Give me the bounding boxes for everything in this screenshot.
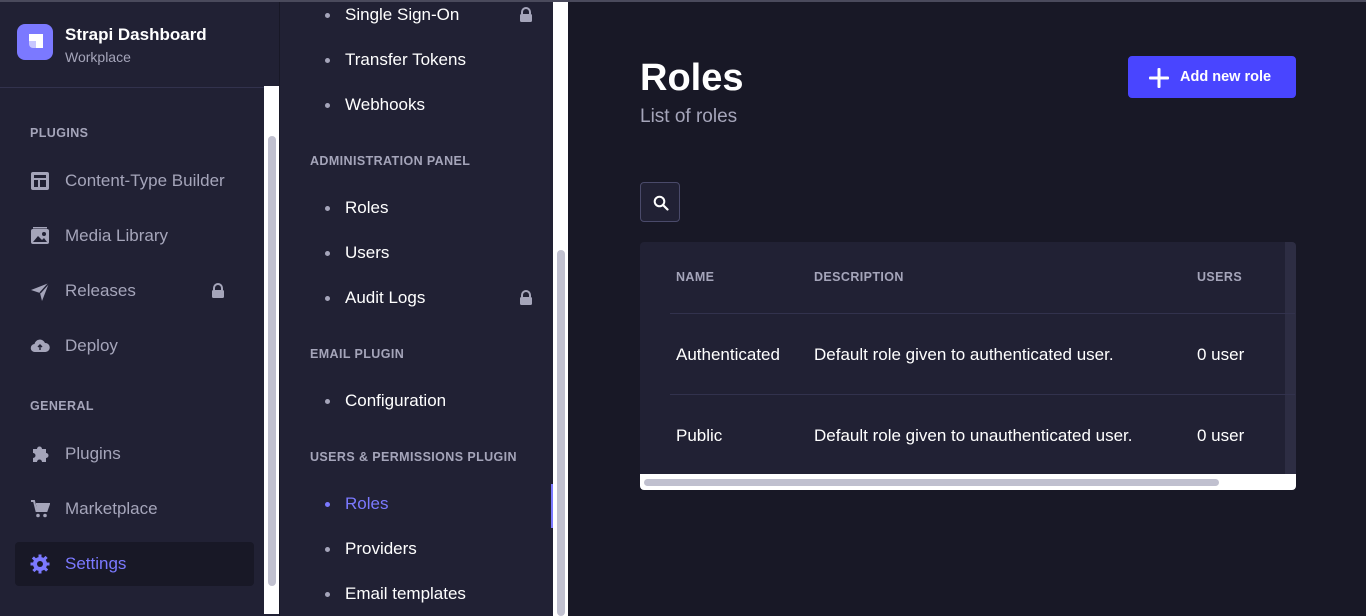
subnav-item-providers[interactable]: Providers [310,536,540,566]
nav-item-label: Content-Type Builder [65,171,225,190]
bullet [325,13,330,18]
bullet [325,547,330,552]
subnav-item-users[interactable]: Users [310,240,540,270]
brand-header: Strapi Dashboard Workplace [0,2,279,88]
add-new-role-label: Add new role [1180,69,1272,85]
column-header-description[interactable]: DESCRIPTION [814,270,904,284]
nav-item-label: Plugins [65,444,121,463]
role-description: Default role given to authenticated user… [814,345,1114,364]
bullet [325,296,330,301]
subnav-item-label: Configuration [345,391,447,410]
subnav-section-administration-panel: ADMINISTRATION PANEL [310,154,471,168]
main-nav-scrollbar-thumb[interactable] [268,136,276,586]
subnav-item-roles[interactable]: Roles [310,195,540,225]
role-name: Public [676,426,723,445]
nav-section-plugins: PLUGINS [30,126,89,140]
nav-item-label: Marketplace [65,499,158,518]
column-header-name[interactable]: NAME [676,270,714,284]
subnav-item-label: Transfer Tokens [345,50,466,69]
bullet [325,58,330,63]
nav-item-label: Releases [65,281,136,300]
subnav-item-label: Single Sign-On [345,5,460,24]
nav-item-label: Deploy [65,336,118,355]
main-navigation: Strapi Dashboard Workplace PLUGINS Conte… [0,2,279,616]
add-new-role-button[interactable]: Add new role [1128,56,1296,98]
nav-item-media-library[interactable]: Media Library [15,214,254,258]
subnav-item-transfer-tokens[interactable]: Transfer Tokens [310,47,540,77]
bullet [325,502,330,507]
subnav-item-audit-logs[interactable]: Audit Logs [310,285,540,315]
nav-item-deploy[interactable]: Deploy [15,324,254,368]
lock-icon [519,7,533,28]
role-user-count: 0 user [1197,345,1245,364]
subnav-item-single-sign-on[interactable]: Single Sign-On [310,2,540,32]
cloud-icon [30,336,50,356]
subnav-section-users-permissions: USERS & PERMISSIONS PLUGIN [310,450,517,464]
subnav-item-label: Email templates [345,584,466,603]
nav-item-label: Settings [65,554,127,573]
nav-item-plugins[interactable]: Plugins [15,432,254,476]
subnav-item-configuration[interactable]: Configuration [310,388,540,418]
subnav-item-label: Webhooks [345,95,426,114]
lock-icon [211,283,225,304]
lock-icon [519,290,533,311]
cart-icon [30,499,51,519]
puzzle-icon [30,444,50,464]
gear-icon [30,554,50,574]
role-name: Authenticated [676,345,780,364]
subnav-section-email-plugin: EMAIL PLUGIN [310,347,405,361]
bullet [325,103,330,108]
column-header-users[interactable]: USERS [1197,270,1242,284]
bullet [325,592,330,597]
subnav-item-label: Users [345,243,390,262]
paper-plane-icon [30,281,50,301]
strapi-logo-icon [17,24,53,60]
nav-item-label: Media Library [65,226,168,245]
bullet [325,206,330,211]
page-title: Roles [640,57,744,99]
plus-icon [1148,67,1170,94]
bullet [325,399,330,404]
subnav-item-label: Audit Logs [345,288,426,307]
role-description: Default role given to unauthenticated us… [814,426,1133,445]
subnav-item-label: Roles [345,198,389,217]
table-horizontal-scrollbar-thumb[interactable] [644,479,1219,486]
row-divider [670,313,1295,314]
roles-table: NAME DESCRIPTION USERS Authenticated Def… [640,242,1296,490]
table-scroll-shadow [1285,242,1296,474]
subnav-item-up-roles[interactable]: Roles [310,491,540,521]
settings-nav-scrollbar-thumb[interactable] [557,250,565,616]
image-icon [30,226,50,246]
app-title: Strapi Dashboard [65,25,207,44]
page-subtitle: List of roles [640,106,738,127]
settings-navigation: Single Sign-On Transfer Tokens Webhooks … [280,2,553,616]
nav-section-general: GENERAL [30,399,94,413]
nav-item-settings[interactable]: Settings [15,542,254,586]
layout-icon [30,171,50,191]
bullet [325,251,330,256]
subnav-item-label: Roles [345,494,389,513]
search-button[interactable] [640,182,680,222]
nav-item-releases[interactable]: Releases [15,269,254,313]
subnav-item-email-templates[interactable]: Email templates [310,581,540,611]
row-divider [670,394,1295,395]
subnav-item-label: Providers [345,539,417,558]
nav-item-content-type-builder[interactable]: Content-Type Builder [15,159,254,203]
role-user-count: 0 user [1197,426,1245,445]
workplace-name: Workplace [65,49,131,65]
subnav-item-webhooks[interactable]: Webhooks [310,92,540,122]
nav-item-marketplace[interactable]: Marketplace [15,487,254,531]
